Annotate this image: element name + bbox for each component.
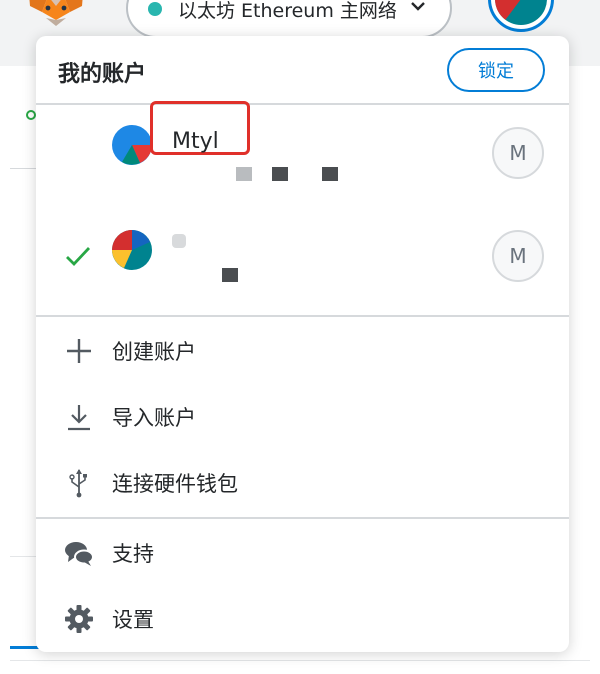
redacted-name — [172, 234, 186, 248]
background-panel — [0, 66, 38, 674]
account-menu: 我的账户 锁定 Mtyl M M 创建账户 导入账户 连接硬件钱包 支持 设置 — [36, 36, 569, 652]
menu-item-label: 支持 — [112, 542, 154, 566]
usb-icon — [69, 469, 87, 498]
chevron-down-icon — [411, 2, 425, 11]
account-list-item[interactable]: M — [36, 196, 569, 302]
connect-hardware-wallet-item[interactable]: 连接硬件钱包 — [36, 450, 569, 516]
settings-item[interactable]: 设置 — [36, 586, 569, 652]
menu-item-label: 设置 — [112, 608, 154, 632]
divider — [10, 660, 590, 661]
keyring-badge: M — [492, 127, 544, 179]
menu-item-label: 导入账户 — [112, 406, 196, 430]
support-item[interactable]: 支持 — [36, 520, 569, 586]
menu-item-label: 连接硬件钱包 — [112, 472, 238, 496]
gear-icon — [65, 605, 93, 633]
redacted-balance — [236, 167, 252, 181]
redacted-balance — [272, 167, 288, 181]
create-account-item[interactable]: 创建账户 — [36, 318, 569, 384]
connection-status-icon — [26, 110, 36, 120]
redacted-balance — [222, 268, 238, 282]
plus-icon — [67, 339, 91, 363]
account-name: Mtyl — [172, 129, 219, 154]
divider — [10, 168, 36, 169]
account-menu-button[interactable] — [488, 0, 554, 32]
account-avatar-icon — [112, 125, 152, 165]
lock-button[interactable]: 锁定 — [447, 48, 545, 92]
divider — [36, 315, 569, 317]
download-icon — [68, 405, 90, 431]
divider — [10, 556, 36, 557]
import-account-item[interactable]: 导入账户 — [36, 384, 569, 450]
account-avatar-icon — [112, 230, 152, 270]
keyring-badge: M — [492, 230, 544, 282]
redacted-balance — [322, 167, 338, 181]
divider — [36, 517, 569, 519]
network-label: 以太坊 Ethereum 主网络 — [178, 0, 397, 22]
network-status-icon — [148, 2, 162, 16]
chat-bubbles-icon — [65, 542, 94, 566]
account-menu-title: 我的账户 — [58, 62, 147, 87]
menu-item-label: 创建账户 — [112, 340, 196, 364]
network-selector[interactable]: 以太坊 Ethereum 主网络 — [126, 0, 452, 38]
account-avatar-icon — [495, 0, 547, 25]
metamask-fox-logo — [29, 0, 83, 26]
check-icon — [66, 247, 91, 267]
background-panel — [570, 66, 600, 674]
account-menu-header: 我的账户 锁定 — [36, 36, 569, 104]
